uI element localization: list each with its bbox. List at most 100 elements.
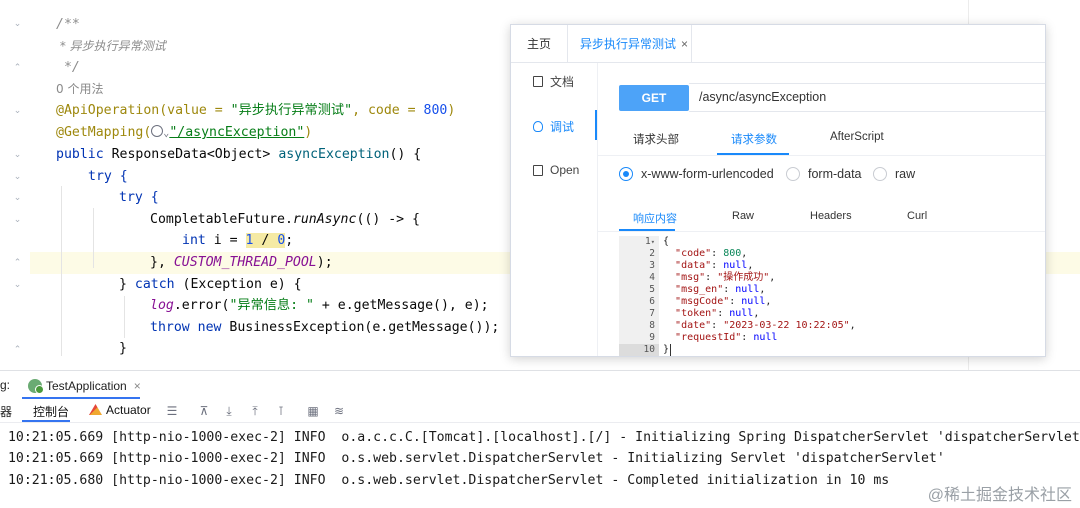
fold-marker-icon[interactable]: ⌄ xyxy=(12,149,23,160)
api-tabs-bar: 主页 异步执行异常测试 × xyxy=(511,25,1045,63)
json-key: "date" xyxy=(675,320,712,331)
code-token: . xyxy=(173,298,182,313)
radio-raw[interactable]: raw xyxy=(873,167,915,181)
tab-actuator[interactable]: Actuator xyxy=(89,403,151,417)
code-token: () { xyxy=(389,147,422,162)
sidebar-item-label: 文档 xyxy=(550,75,575,89)
run-toolbar: 器 控制台 Actuator ☰ ⊼ ⤓ ⤒ ⊺ ▦ ≋ xyxy=(0,399,1080,423)
menu-icon[interactable]: ☰ xyxy=(165,404,179,418)
fold-marker-icon[interactable]: ⌃ xyxy=(12,62,23,73)
radio-label: raw xyxy=(895,167,916,181)
sidebar-item-open[interactable]: Open xyxy=(533,163,579,177)
sidebar-item-debug[interactable]: 调试 xyxy=(533,118,574,135)
log-line: 10:21:05.669 [http-nio-1000-exec-2] INFO… xyxy=(0,430,1080,445)
scroll-up-icon[interactable]: ⤒ xyxy=(248,404,262,418)
tab-home[interactable]: 主页 xyxy=(527,25,551,63)
tab-async-exception-test[interactable]: 异步执行异常测试 × xyxy=(580,25,688,63)
fold-icon[interactable]: ▾ xyxy=(651,238,655,246)
url-input[interactable]: /async/asyncException xyxy=(689,83,1045,112)
tab-response-body[interactable]: 响应内容 xyxy=(633,210,677,226)
radio-dot xyxy=(619,167,633,181)
doc-comment-text: * 异步执行异常测试 xyxy=(56,39,166,53)
file-icon xyxy=(533,164,543,176)
close-icon[interactable]: × xyxy=(681,37,688,51)
table-icon[interactable]: ▦ xyxy=(306,404,320,418)
tab-request-params[interactable]: 请求参数 xyxy=(731,131,777,147)
api-debug-window: 主页 异步执行异常测试 × 文档 调试 Open GET /async/async… xyxy=(510,24,1046,357)
run-tabs-bar: g: TestApplication × xyxy=(0,371,1080,399)
tab-after-script[interactable]: AfterScript xyxy=(830,131,884,143)
code-token: BusinessException(e.getMessage()); xyxy=(221,320,500,335)
json-key: "data" xyxy=(675,260,712,271)
line-number: 7 xyxy=(649,308,655,319)
tab-request-headers[interactable]: 请求头部 xyxy=(633,131,679,147)
response-json-viewer[interactable]: { "code": 800, "data": null, "msg": "操作成… xyxy=(663,236,1043,356)
fold-marker-icon[interactable]: ⌄ xyxy=(12,105,23,116)
json-key: "requestId" xyxy=(675,332,742,343)
tab-console[interactable]: 控制台 xyxy=(33,403,69,420)
run-tool-window: g: TestApplication × 器 控制台 Actuator ☰ ⊼ … xyxy=(0,370,1080,508)
usage-hint[interactable]: 0 个用法 xyxy=(56,79,103,100)
fold-marker-icon[interactable]: ⌄ xyxy=(12,279,23,290)
sidebar-item-docs[interactable]: 文档 xyxy=(533,73,574,90)
field-token: log xyxy=(150,298,174,313)
actuator-icon xyxy=(89,404,102,415)
json-comma: , xyxy=(747,260,754,271)
tab-response-raw[interactable]: Raw xyxy=(732,210,754,222)
log-line: 10:21:05.669 [http-nio-1000-exec-2] INFO… xyxy=(0,451,945,466)
fold-marker-icon[interactable]: ⌄ xyxy=(12,171,23,182)
filter-icon[interactable]: ⊺ xyxy=(274,404,288,418)
keyword-token: try { xyxy=(88,169,128,184)
line-number: 2 xyxy=(649,248,655,259)
radio-dot xyxy=(786,167,800,181)
method-select-button[interactable]: GET xyxy=(619,85,689,111)
type-token: ResponseData<Object> xyxy=(103,147,279,162)
radio-urlencoded[interactable]: x-www-form-urlencoded xyxy=(619,167,774,181)
globe-icon[interactable] xyxy=(151,125,164,137)
restore-layout-icon[interactable]: ⊼ xyxy=(197,404,211,418)
json-value: null xyxy=(735,284,760,295)
line-number: 10 xyxy=(643,344,655,355)
code-token: (() -> { xyxy=(356,212,420,227)
radio-form-data[interactable]: form-data xyxy=(786,167,862,181)
fold-marker-icon[interactable]: ⌄ xyxy=(12,214,23,225)
json-key: "token" xyxy=(675,308,718,319)
fold-marker-icon[interactable]: ⌄ xyxy=(12,18,23,29)
mapping-path-link[interactable]: "/asyncException" xyxy=(169,125,304,140)
json-row: "data": null, xyxy=(675,260,754,271)
toolbar-clipped-label[interactable]: 器 xyxy=(0,403,12,420)
json-comma: , xyxy=(759,284,766,295)
fold-marker-icon[interactable]: ⌄ xyxy=(12,192,23,203)
string-token: "异步执行异常测试" xyxy=(230,103,353,118)
json-value: "2023-03-22 10:22:05" xyxy=(723,320,850,331)
settings-icon[interactable]: ≋ xyxy=(332,404,346,418)
class-token: CompletableFuture. xyxy=(150,212,293,227)
json-value: null xyxy=(741,296,766,307)
line-number: 4 xyxy=(649,272,655,283)
code-line-try-inner: try { xyxy=(119,187,159,208)
radio-label: x-www-form-urlencoded xyxy=(641,167,774,181)
bug-icon xyxy=(533,121,543,132)
sidebar-divider xyxy=(597,63,598,356)
operator-token: / xyxy=(253,233,278,248)
fold-marker-icon[interactable]: ⌃ xyxy=(12,257,23,268)
editor-gutter[interactable]: ⌄ ⌃ ⌄ ⌄ ⌄ ⌄ ⌄ ⌃ ⌄ ⌃ xyxy=(0,0,30,370)
sidebar-item-label: 调试 xyxy=(550,120,575,134)
tabs-divider xyxy=(597,231,1045,232)
tab-actuator-label: Actuator xyxy=(106,403,151,417)
code-token: i = xyxy=(205,233,246,248)
json-comma: , xyxy=(849,320,856,331)
tab-response-headers[interactable]: Headers xyxy=(810,210,852,222)
tabs-divider xyxy=(597,155,1045,156)
line-number: 8 xyxy=(649,320,655,331)
scroll-to-end-icon[interactable]: ⤓ xyxy=(222,404,236,418)
run-tab-test-application[interactable]: TestApplication × xyxy=(22,375,147,397)
method-name-token: asyncException xyxy=(278,147,390,162)
annotation-token: ) xyxy=(304,125,313,140)
annotation-token: @ApiOperation(value = xyxy=(56,103,231,118)
fold-marker-icon[interactable]: ⌃ xyxy=(12,344,23,355)
tab-response-curl[interactable]: Curl xyxy=(907,210,927,222)
method-token: runAsync xyxy=(292,212,357,227)
close-icon[interactable]: × xyxy=(134,379,141,393)
code-token: ; xyxy=(285,233,294,248)
